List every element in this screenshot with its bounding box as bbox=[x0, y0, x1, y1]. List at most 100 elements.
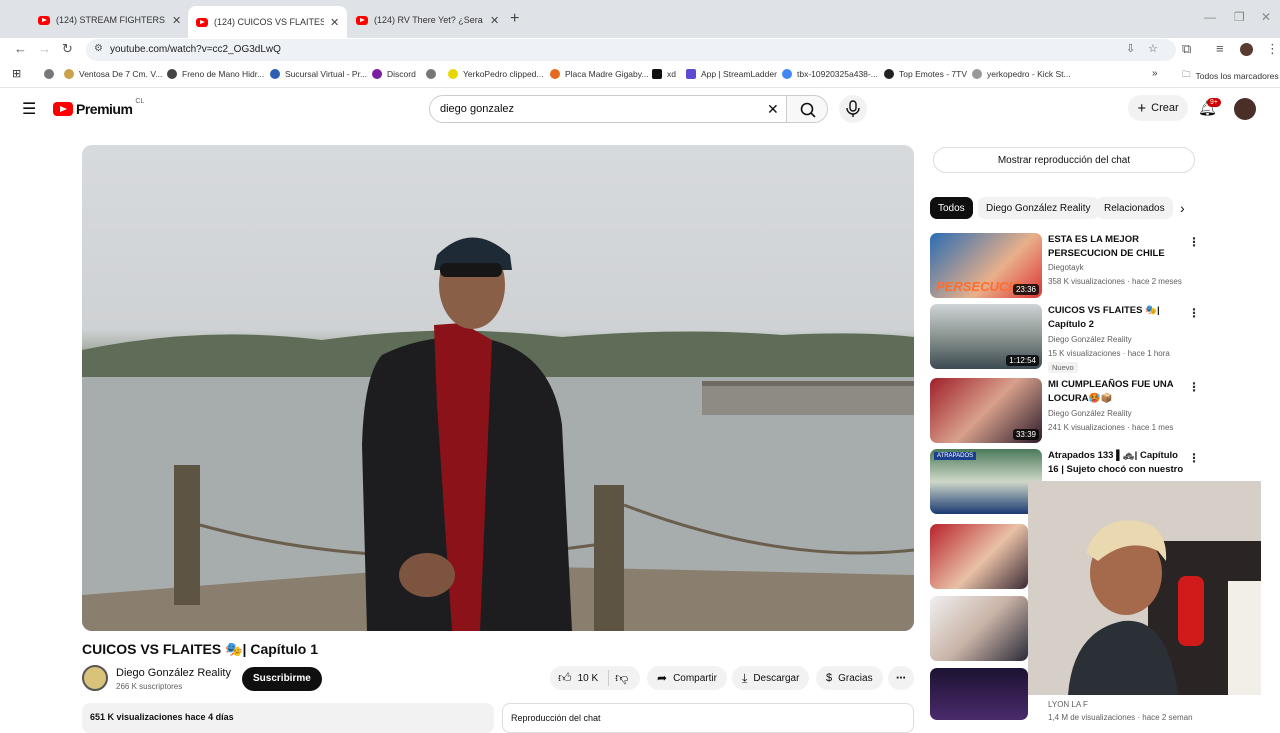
url-text[interactable]: youtube.com/watch?v=cc2_OG3dLwQ bbox=[110, 44, 281, 55]
recommendation-title[interactable]: CUICOS VS FLAITES 🎭| Capítulo 2 bbox=[1048, 304, 1188, 332]
video-thumbnail[interactable]: 1:12:54 bbox=[930, 304, 1042, 369]
reload-icon[interactable]: ↻ bbox=[62, 41, 73, 57]
more-options-icon[interactable]: ⋮ bbox=[1188, 380, 1200, 394]
more-bookmarks-icon[interactable]: » bbox=[1152, 68, 1158, 79]
search-input[interactable]: diego gonzalez bbox=[440, 103, 514, 115]
omnibox[interactable]: ⚙ youtube.com/watch?v=cc2_OG3dLwQ ⇩ ☆ bbox=[86, 39, 1176, 61]
recommendation-channel[interactable]: Diego González Reality bbox=[1048, 335, 1132, 344]
search-button[interactable] bbox=[786, 95, 828, 123]
thanks-button[interactable]: $ Gracias bbox=[816, 666, 883, 690]
recommendation-item[interactable]: 1:12:54 CUICOS VS FLAITES 🎭| Capítulo 2 … bbox=[930, 304, 1200, 373]
video-thumbnail[interactable] bbox=[930, 596, 1028, 661]
tab-title: (124) CUICOS VS FLAITES 🎭| C bbox=[214, 16, 324, 27]
recommendation-title[interactable]: MI CUMPLEAÑOS FUE UNA LOCURA🥵📦 bbox=[1048, 378, 1188, 406]
address-bar-row: ← → ↻ ⚙ youtube.com/watch?v=cc2_OG3dLwQ … bbox=[0, 38, 1280, 62]
channel-avatar[interactable] bbox=[82, 665, 108, 691]
chip-all[interactable]: Todos bbox=[930, 197, 973, 219]
chip-related[interactable]: Relacionados bbox=[1096, 197, 1173, 219]
account-avatar[interactable] bbox=[1234, 98, 1256, 120]
back-icon[interactable]: ← bbox=[14, 41, 27, 56]
create-button[interactable]: + Crear bbox=[1128, 95, 1188, 121]
chat-replay-label: Reproducción del chat bbox=[511, 713, 601, 723]
media-icon[interactable]: ≡ bbox=[1216, 41, 1224, 56]
all-bookmarks-folder[interactable]: 🗀 Todos los marcadores bbox=[1182, 69, 1279, 83]
tab-title: (124) RV There Yet? ¿Sera el nu bbox=[374, 15, 484, 25]
hamburger-menu-icon[interactable]: ☰ bbox=[22, 99, 36, 119]
show-chat-replay-button[interactable]: Mostrar reproducción del chat bbox=[933, 147, 1195, 173]
site-info-icon[interactable]: ⚙ bbox=[94, 43, 103, 54]
thumbs-up-icon[interactable]: 👍︎ bbox=[558, 670, 572, 686]
video-thumbnail[interactable]: ATRAPADOS bbox=[930, 449, 1042, 514]
youtube-logo[interactable]: Premium CL bbox=[53, 98, 144, 117]
forward-icon[interactable]: → bbox=[38, 41, 51, 56]
bookmark-item[interactable]: yerkopedro - Kick St... bbox=[972, 69, 1071, 79]
close-window-icon[interactable]: ✕ bbox=[1261, 10, 1271, 24]
search-icon bbox=[800, 102, 816, 118]
youtube-play-logo-icon bbox=[53, 102, 73, 116]
chip-channel[interactable]: Diego González Reality bbox=[978, 197, 1099, 219]
video-thumbnail[interactable]: 33:39 bbox=[930, 378, 1042, 443]
bookmark-item[interactable]: YerkoPedro clipped... bbox=[448, 69, 544, 79]
recommendation-channel[interactable]: Diego González Reality bbox=[1048, 409, 1132, 418]
divider bbox=[608, 670, 610, 686]
bookmark-item[interactable]: Discord bbox=[372, 69, 416, 79]
minimize-icon[interactable]: — bbox=[1204, 10, 1216, 24]
search-box[interactable]: diego gonzalez ✕ bbox=[429, 95, 787, 123]
close-tab-icon[interactable]: ✕ bbox=[330, 16, 339, 29]
video-thumbnail[interactable] bbox=[930, 524, 1028, 589]
extensions-icon[interactable]: ⧉ bbox=[1182, 41, 1191, 57]
bookmark-item[interactable]: Ventosa De 7 Cm. V... bbox=[64, 69, 162, 79]
like-count[interactable]: 10 K bbox=[578, 673, 599, 684]
more-options-icon[interactable]: ⋮ bbox=[1188, 451, 1200, 465]
apps-grid-icon[interactable]: ⊞ bbox=[12, 67, 21, 80]
bookmark-item[interactable]: Sucursal Virtual - Pr... bbox=[270, 69, 367, 79]
bookmarks-bar: ⊞ Ventosa De 7 Cm. V... Freno de Mano Hi… bbox=[0, 62, 1280, 88]
recommendation-channel[interactable]: Diegotayk bbox=[1048, 263, 1084, 272]
bookmark-globe-icon[interactable] bbox=[44, 69, 59, 79]
video-thumbnail[interactable] bbox=[930, 668, 1028, 720]
channel-name[interactable]: Diego González Reality bbox=[116, 667, 231, 679]
bookmark-item[interactable]: App | StreamLadder bbox=[686, 69, 777, 79]
bookmark-item[interactable]: xd bbox=[652, 69, 676, 79]
new-tab-button[interactable]: + bbox=[510, 10, 519, 28]
bookmark-star-icon[interactable]: ☆ bbox=[1148, 42, 1158, 55]
chevron-right-icon[interactable]: › bbox=[1180, 200, 1185, 216]
bookmark-item[interactable]: tbx-10920325a438-... bbox=[782, 69, 878, 79]
browser-tab-active[interactable]: (124) CUICOS VS FLAITES 🎭| C ✕ bbox=[188, 6, 348, 38]
browser-tab[interactable]: (124) RV There Yet? ¿Sera el nu ✕ bbox=[348, 6, 507, 34]
download-icon: ⤓ bbox=[742, 670, 748, 685]
subscribe-button[interactable]: Suscribirme bbox=[242, 667, 322, 691]
recommendation-item[interactable]: PERSECUCIÓ 23:36 ESTA ES LA MEJOR PERSEC… bbox=[930, 233, 1200, 299]
more-actions-icon[interactable]: ⋯ bbox=[888, 666, 914, 690]
close-tab-icon[interactable]: ✕ bbox=[172, 14, 181, 27]
share-button[interactable]: ➦ Compartir bbox=[647, 666, 727, 690]
close-tab-icon[interactable]: ✕ bbox=[490, 14, 499, 27]
description-box[interactable]: 651 K visualizaciones hace 4 días bbox=[82, 703, 494, 733]
video-thumbnail[interactable]: PERSECUCIÓ 23:36 bbox=[930, 233, 1042, 298]
maximize-icon[interactable]: ❐ bbox=[1234, 10, 1245, 24]
more-options-icon[interactable]: ⋮ bbox=[1188, 306, 1200, 320]
more-options-icon[interactable]: ⋮ bbox=[1188, 235, 1200, 249]
clear-search-icon[interactable]: ✕ bbox=[767, 101, 779, 118]
video-player[interactable] bbox=[82, 145, 914, 631]
install-icon[interactable]: ⇩ bbox=[1126, 42, 1135, 55]
download-label: Descargar bbox=[753, 672, 800, 684]
voice-search-button[interactable] bbox=[839, 95, 867, 123]
create-label: Crear bbox=[1151, 102, 1179, 114]
chat-replay-box[interactable]: Reproducción del chat bbox=[502, 703, 914, 733]
profile-avatar[interactable] bbox=[1240, 43, 1253, 56]
recommendation-item[interactable]: 33:39 MI CUMPLEAÑOS FUE UNA LOCURA🥵📦 Die… bbox=[930, 378, 1200, 444]
browser-tab[interactable]: (124) STREAM FIGHTERS 4 "DI ✕ bbox=[30, 6, 189, 34]
thanks-dollar-icon: $ bbox=[826, 672, 833, 684]
bookmark-item[interactable]: Top Emotes - 7TV bbox=[884, 69, 967, 79]
video-duration: 23:36 bbox=[1012, 284, 1039, 295]
thumbs-down-icon[interactable]: 👎︎ bbox=[615, 670, 628, 686]
recommendation-title[interactable]: ESTA ES LA MEJOR PERSECUCION DE CHILE bbox=[1048, 233, 1188, 261]
bookmark-item[interactable]: Freno de Mano Hidr... bbox=[167, 69, 264, 79]
video-title: CUICOS VS FLAITES 🎭| Capítulo 1 bbox=[82, 641, 319, 657]
bookmark-item[interactable]: Placa Madre Gigaby... bbox=[550, 69, 648, 79]
download-button[interactable]: ⤓ Descargar bbox=[732, 666, 810, 690]
menu-kebab-icon[interactable]: ⋮ bbox=[1266, 41, 1279, 57]
bookmark-globe-icon[interactable] bbox=[426, 69, 441, 79]
recommendation-channel[interactable]: LYON LA F bbox=[1048, 700, 1088, 709]
